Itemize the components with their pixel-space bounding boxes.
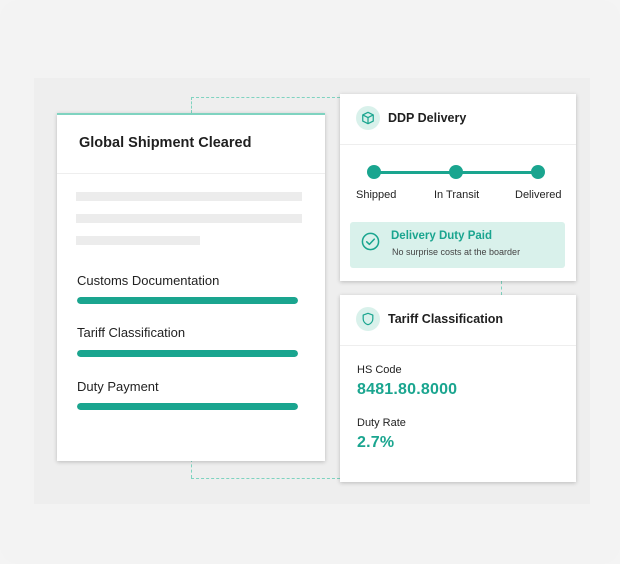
step-label-delivered: Delivered bbox=[515, 189, 562, 201]
step-dot-shipped bbox=[367, 165, 381, 179]
step-label-shipped: Shipped bbox=[356, 189, 397, 201]
connector-bottom-vertical bbox=[191, 459, 192, 478]
progress-fill bbox=[77, 350, 298, 357]
progress-label-tariff-classification: Tariff Classification bbox=[77, 325, 186, 340]
tariff-classification-card: Tariff Classification HS Code 8481.80.80… bbox=[340, 295, 576, 482]
connector-top-vertical bbox=[191, 97, 192, 113]
notice-subtitle: No surprise costs at the boarder bbox=[392, 247, 521, 257]
notice-title: Delivery Duty Paid bbox=[391, 230, 492, 242]
progress-bar-duty-payment bbox=[77, 403, 298, 410]
hs-code-label: HS Code bbox=[357, 364, 402, 376]
ddp-delivery-card: DDP Delivery Shipped In Transit Delivere… bbox=[340, 94, 576, 281]
progress-bar-tariff-classification bbox=[77, 350, 298, 357]
placeholder-line bbox=[76, 214, 302, 223]
connector-bottom-horizontal bbox=[191, 478, 340, 479]
connector-right-vertical bbox=[501, 281, 502, 295]
placeholder-line bbox=[76, 236, 200, 245]
progress-label-customs-documentation: Customs Documentation bbox=[77, 273, 220, 288]
tariff-card-title: Tariff Classification bbox=[388, 312, 504, 326]
shield-icon bbox=[356, 307, 380, 331]
placeholder-line bbox=[76, 192, 302, 201]
hs-code-value: 8481.80.8000 bbox=[357, 381, 458, 398]
duty-rate-value: 2.7% bbox=[357, 434, 395, 451]
package-icon bbox=[356, 106, 380, 130]
progress-bar-customs-documentation bbox=[77, 297, 298, 304]
shipment-card-title: Global Shipment Cleared bbox=[79, 135, 252, 151]
step-label-in-transit: In Transit bbox=[434, 189, 480, 201]
progress-fill bbox=[77, 403, 298, 410]
ddp-card-title: DDP Delivery bbox=[388, 111, 467, 125]
duty-rate-label: Duty Rate bbox=[357, 417, 406, 429]
card-divider bbox=[57, 173, 325, 174]
duty-paid-notice: Delivery Duty Paid No surprise costs at … bbox=[350, 222, 565, 268]
step-dot-in-transit bbox=[449, 165, 463, 179]
connector-top-horizontal bbox=[191, 97, 340, 98]
step-dot-delivered bbox=[531, 165, 545, 179]
progress-fill bbox=[77, 297, 298, 304]
progress-label-duty-payment: Duty Payment bbox=[77, 379, 159, 394]
check-circle-icon bbox=[361, 232, 380, 251]
card-header: DDP Delivery bbox=[340, 94, 576, 145]
shipment-status-card: Global Shipment Cleared Customs Document… bbox=[57, 113, 325, 461]
card-header: Tariff Classification bbox=[340, 295, 576, 346]
